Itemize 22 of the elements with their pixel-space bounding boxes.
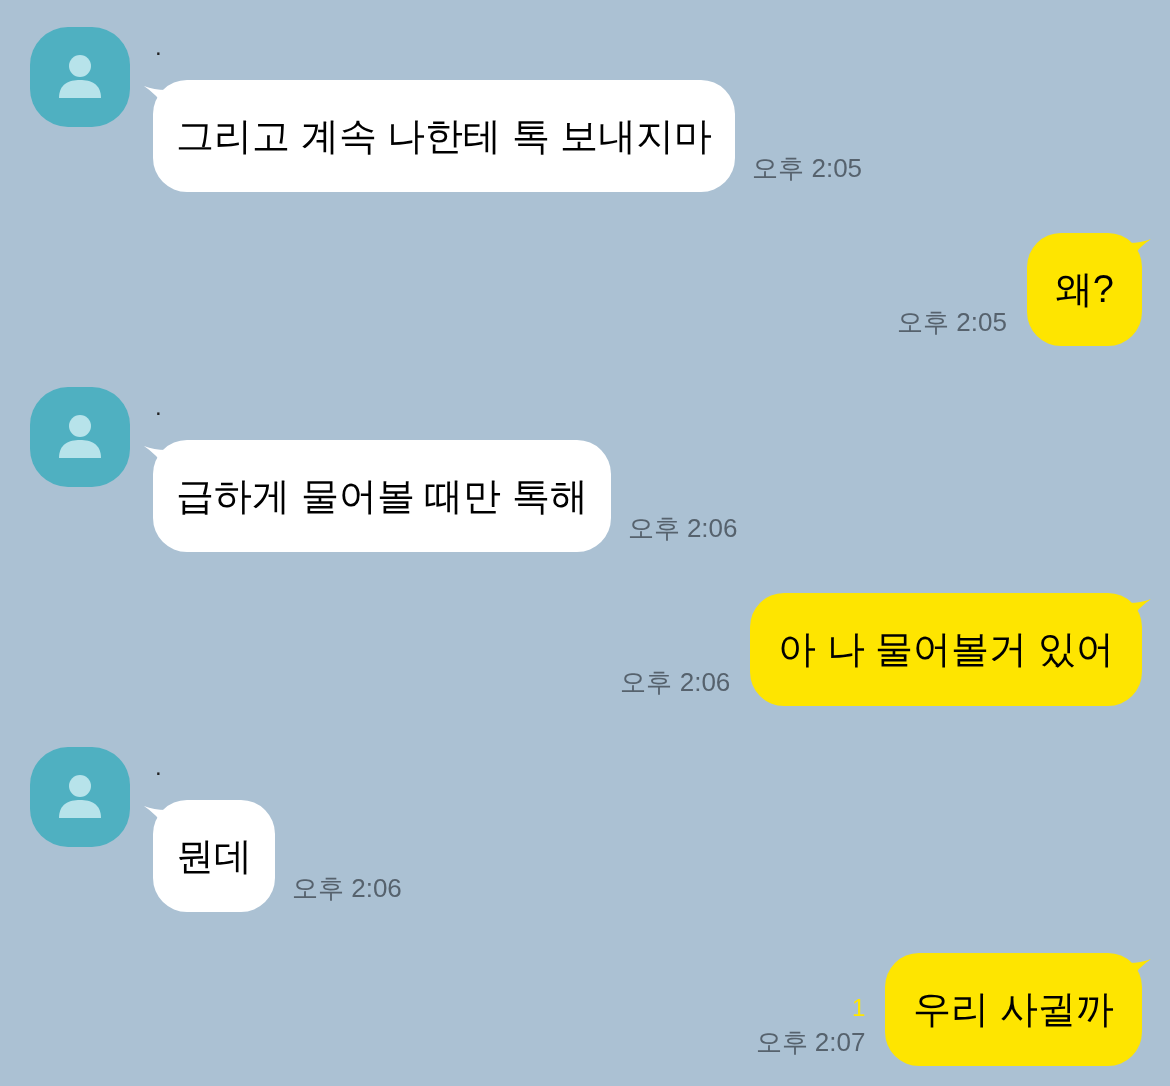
message-time: 오후 2:06 — [620, 666, 731, 699]
message-bubble: 왜? — [1026, 233, 1142, 346]
unread-count: 1 — [852, 993, 866, 1023]
message-bubble: 아 나 물어볼거 있어 — [750, 593, 1142, 706]
avatar[interactable] — [30, 387, 130, 487]
avatar[interactable] — [30, 747, 130, 847]
message-bubble: 우리 사귈까 — [885, 953, 1142, 1066]
message-time: 오후 2:05 — [752, 152, 863, 185]
message-bubble: 급하게 물어볼 때만 톡해 — [153, 440, 611, 552]
avatar[interactable] — [30, 27, 130, 127]
message-bubble: 뭔데 — [153, 800, 275, 912]
sender-name: . — [154, 392, 163, 422]
message-time: 오후 2:07 — [755, 1026, 866, 1059]
message-time: 오후 2:05 — [897, 306, 1007, 339]
message-time: 오후 2:06 — [627, 512, 738, 545]
sender-name: . — [154, 32, 163, 62]
person-icon — [57, 774, 103, 820]
sender-name: . — [154, 752, 163, 782]
person-icon — [57, 414, 103, 460]
person-icon — [57, 54, 103, 100]
message-time: 오후 2:06 — [292, 872, 402, 905]
message-bubble: 그리고 계속 나한테 톡 보내지마 — [153, 80, 736, 192]
